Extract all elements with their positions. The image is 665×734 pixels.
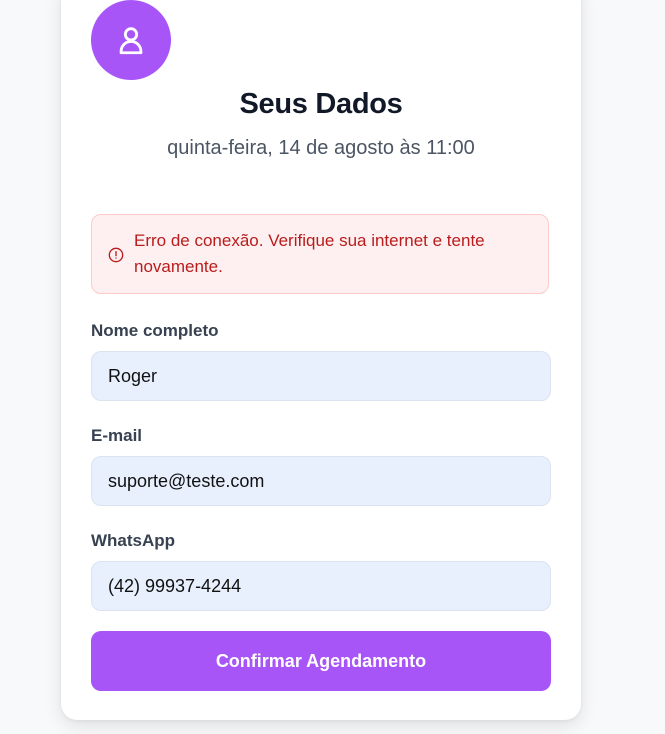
- user-icon: [114, 23, 148, 57]
- name-label: Nome completo: [91, 321, 219, 340]
- avatar: [91, 0, 171, 80]
- error-message: Erro de conexão. Verifique sua internet …: [134, 231, 485, 276]
- alert-circle-icon: [108, 247, 124, 263]
- appointment-datetime: quinta-feira, 14 de agosto às 11:00: [167, 137, 475, 159]
- name-value: Roger: [108, 365, 158, 386]
- email-label: E-mail: [91, 426, 143, 445]
- name-field[interactable]: Roger: [91, 351, 551, 401]
- whatsapp-label: WhatsApp: [91, 531, 176, 550]
- error-alert: Erro de conexão. Verifique sua internet …: [91, 214, 549, 294]
- email-value: suporte@teste.com: [108, 470, 265, 491]
- whatsapp-value: (42) 99937-4244: [108, 575, 242, 596]
- page-title: Seus Dados: [239, 88, 403, 120]
- confirm-appointment-button[interactable]: Confirmar Agendamento: [91, 631, 551, 691]
- email-field[interactable]: suporte@teste.com: [91, 456, 551, 506]
- whatsapp-field[interactable]: (42) 99937-4244: [91, 561, 551, 611]
